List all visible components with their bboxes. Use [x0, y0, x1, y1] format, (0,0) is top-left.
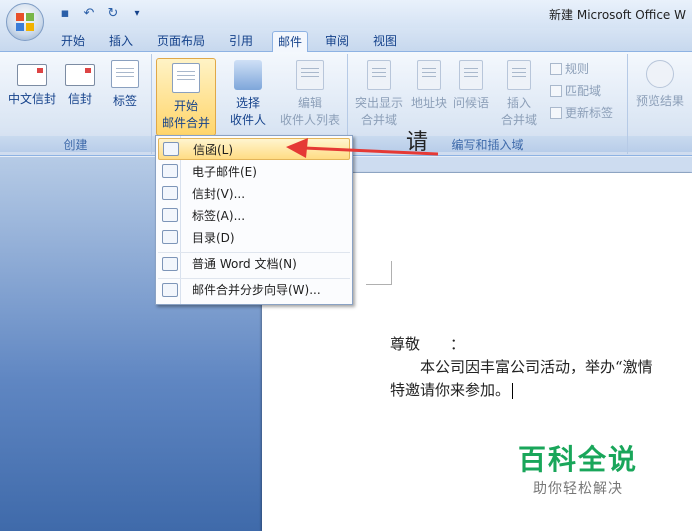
- start-mail-merge-button[interactable]: 开始 邮件合并: [156, 58, 216, 136]
- tab-page-layout[interactable]: 页面布局: [152, 31, 210, 52]
- tab-review[interactable]: 审阅: [320, 31, 354, 52]
- rules-icon: [550, 62, 562, 75]
- window-title: 新建 Microsoft Office W: [549, 8, 686, 22]
- start-mail-merge-icon: [172, 63, 200, 93]
- menu-item-label[interactable]: 标签(A)...: [158, 204, 350, 226]
- envelope-icon: [65, 64, 95, 86]
- tab-view[interactable]: 视图: [368, 31, 402, 52]
- highlight-merge-fields-button[interactable]: 突出显示 合并域: [350, 60, 408, 128]
- address-block-button[interactable]: 地址块: [408, 60, 450, 111]
- menu-item-normal-doc[interactable]: 普通 Word 文档(N): [158, 252, 350, 274]
- rules-label: 规则: [565, 62, 590, 76]
- watermark: 百科全说 助你轻松解决: [518, 438, 638, 498]
- tab-insert[interactable]: 插入: [104, 31, 138, 52]
- preview-results-button[interactable]: 预览结果: [630, 60, 690, 109]
- menu-item-directory-label: 目录(D): [192, 230, 235, 245]
- update-labels-label: 更新标签: [565, 106, 614, 120]
- preview-label: 预览结果: [635, 94, 684, 108]
- address-block-icon: [417, 60, 441, 90]
- menu-item-label-label: 标签(A)...: [192, 208, 246, 223]
- annotation-arrow-icon: [286, 138, 439, 158]
- watermark-subtitle: 助你轻松解决: [533, 481, 623, 497]
- undo-icon[interactable]: ↶: [80, 4, 98, 22]
- directory-icon: [162, 230, 178, 244]
- menu-item-email-label: 电子邮件(E): [192, 164, 257, 179]
- label-icon: [162, 208, 178, 222]
- rules-button[interactable]: 规则: [550, 60, 589, 77]
- menu-item-wizard[interactable]: 邮件合并分步向导(W)...: [158, 278, 350, 300]
- menu-item-normal-doc-label: 普通 Word 文档(N): [192, 257, 297, 271]
- group-create: 中文信封 信封 标签 创建: [0, 54, 152, 154]
- ribbon-tabs: 开始 插入 页面布局 引用 邮件 审阅 视图: [0, 28, 692, 52]
- highlight-line2: 合并域: [360, 113, 397, 127]
- highlight-icon: [367, 60, 391, 90]
- email-icon: [162, 164, 178, 178]
- address-block-label: 地址块: [410, 96, 447, 110]
- match-fields-icon: [550, 84, 562, 97]
- envelope-label: 信封: [67, 92, 92, 106]
- greeting-line-label: 问候语: [452, 96, 489, 110]
- save-icon[interactable]: ▪: [56, 4, 74, 22]
- watermark-title: 百科全说: [518, 443, 639, 476]
- select-recipients-line2: 收件人: [229, 113, 266, 127]
- menu-item-envelope-label: 信封(V)...: [192, 186, 246, 201]
- recipients-icon: [234, 60, 262, 90]
- menu-item-wizard-label: 邮件合并分步向导(W)...: [192, 283, 321, 297]
- update-labels-button[interactable]: 更新标签: [550, 104, 613, 121]
- greeting-line-button[interactable]: 问候语: [450, 60, 492, 111]
- preview-icon: [646, 60, 674, 88]
- envelope-icon: [17, 64, 47, 86]
- menu-item-envelope[interactable]: 信封(V)...: [158, 182, 350, 204]
- tab-home[interactable]: 开始: [56, 31, 90, 52]
- wizard-icon: [162, 282, 178, 297]
- edit-recipient-list-button[interactable]: 编辑 收件人列表: [276, 60, 344, 128]
- start-mail-merge-line1: 开始: [173, 99, 198, 113]
- start-mail-merge-line2: 邮件合并: [161, 116, 210, 130]
- update-labels-icon: [550, 106, 562, 119]
- envelope-button[interactable]: 信封: [62, 60, 98, 107]
- match-fields-button[interactable]: 匹配域: [550, 82, 601, 99]
- menu-item-directory[interactable]: 目录(D): [158, 226, 350, 248]
- document-salutation: 尊敬 ：: [390, 335, 466, 353]
- word-doc-icon: [162, 256, 178, 271]
- tab-references[interactable]: 引用: [224, 31, 258, 52]
- edit-list-line1: 编辑: [297, 96, 322, 110]
- quick-access-toolbar: ▪ ↶ ↻ ▾: [50, 4, 146, 22]
- office-button[interactable]: [6, 3, 44, 41]
- labels-icon: [111, 60, 139, 88]
- menu-item-letter-label: 信函(L): [193, 142, 234, 157]
- highlight-line1: 突出显示: [354, 96, 403, 110]
- greeting-icon: [459, 60, 483, 90]
- select-recipients-line1: 选择: [235, 96, 260, 110]
- group-preview: 预览结果: [628, 54, 692, 154]
- group-preview-label: [628, 136, 692, 152]
- document-body-line2-text: 特邀请你来参加。: [390, 381, 511, 399]
- envelope-icon: [162, 186, 178, 200]
- insert-merge-field-button[interactable]: 插入 合并域: [494, 60, 544, 128]
- insert-field-line1: 插入: [506, 96, 531, 110]
- edit-list-line2: 收件人列表: [279, 113, 340, 127]
- margin-corner-mark: [366, 261, 392, 285]
- edit-list-icon: [296, 60, 324, 90]
- customize-qat-icon[interactable]: ▾: [128, 4, 146, 22]
- text-cursor: [512, 383, 514, 399]
- select-recipients-button[interactable]: 选择 收件人: [220, 60, 276, 128]
- document-body-line2: 特邀请你来参加。: [390, 379, 514, 400]
- document-body-line1: 本公司因丰富公司活动，举办“激情: [390, 358, 653, 376]
- office-logo-icon: [16, 13, 36, 33]
- match-fields-label: 匹配域: [565, 84, 602, 98]
- insert-field-line2: 合并域: [500, 113, 537, 127]
- tab-mailings[interactable]: 邮件: [272, 31, 309, 52]
- labels-button[interactable]: 标签: [104, 60, 146, 109]
- letter-icon: [163, 142, 179, 156]
- labels-label: 标签: [112, 94, 137, 108]
- insert-field-icon: [507, 60, 531, 90]
- group-create-label: 创建: [0, 136, 151, 152]
- chinese-envelope-button[interactable]: 中文信封: [6, 60, 58, 107]
- chinese-envelope-label: 中文信封: [7, 92, 56, 106]
- redo-icon[interactable]: ↻: [104, 4, 122, 22]
- title-bar: ▪ ↶ ↻ ▾ 新建 Microsoft Office W: [0, 0, 692, 28]
